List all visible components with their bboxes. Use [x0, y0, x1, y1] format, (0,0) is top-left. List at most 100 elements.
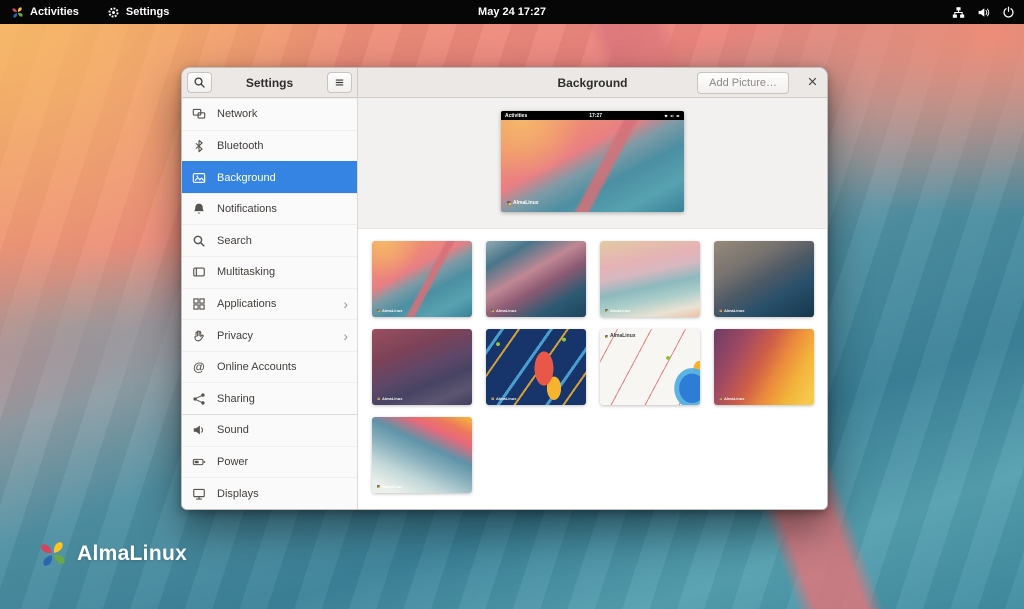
panel-title: Background — [557, 76, 627, 90]
almalinux-logo-icon — [605, 309, 608, 312]
almalinux-logo-icon — [719, 397, 722, 400]
almalinux-logo-icon — [377, 397, 380, 400]
almalinux-wordmark: AlmaLinux — [77, 542, 187, 566]
sidebar-item[interactable]: Displays — [182, 477, 357, 509]
thumbnail-brand: AlmaLinux — [491, 396, 516, 401]
topbar-left: Activities Settings — [8, 4, 172, 21]
sidebar-item[interactable]: Background — [182, 161, 357, 193]
displays-icon — [191, 486, 207, 502]
sidebar-item-label: Network — [217, 108, 348, 120]
bluetooth-icon — [191, 138, 207, 154]
search-button[interactable] — [187, 72, 212, 93]
applications-icon — [191, 296, 207, 312]
sidebar-item[interactable]: @ Online Accounts — [182, 351, 357, 383]
sidebar-item[interactable]: Sharing — [182, 382, 357, 414]
almalinux-logo-icon — [377, 309, 380, 312]
sidebar-item-label: Notifications — [217, 203, 348, 215]
almalinux-logo-icon — [377, 485, 380, 488]
thumbnail-brand: AlmaLinux — [491, 308, 516, 313]
headerbar-panel-section: Background Add Picture… — [358, 68, 827, 97]
sidebar-item[interactable]: Notifications — [182, 193, 357, 225]
wallpaper-paint-dark[interactable]: AlmaLinux — [486, 329, 586, 405]
sidebar-item-label: Applications — [217, 298, 333, 310]
thumbnail-brand: AlmaLinux — [719, 308, 744, 313]
desktop: Activities Settings May 24 17:27 AlmaLin… — [0, 0, 1024, 609]
preview-clock: 17:27 — [589, 113, 602, 119]
network-tree-icon[interactable] — [952, 6, 965, 19]
close-button[interactable] — [807, 75, 818, 90]
sidebar-item[interactable]: Multitasking — [182, 256, 357, 288]
wallpaper-waves-dusk[interactable]: AlmaLinux — [486, 241, 586, 317]
sidebar-item-label: Background — [217, 172, 348, 184]
sidebar-item[interactable]: Power — [182, 446, 357, 478]
almalinux-logo-icon — [11, 6, 24, 19]
wallpaper-waves-pastel[interactable]: AlmaLinux — [600, 241, 700, 317]
sidebar-item-label: Displays — [217, 488, 348, 500]
chevron-right-icon: › — [343, 329, 348, 343]
almalinux-logo-icon — [719, 309, 722, 312]
gear-icon — [107, 6, 120, 19]
headerbar: Settings Background Add Picture… — [182, 68, 827, 98]
wallpaper-grid: AlmaLinux AlmaLinux AlmaLinux AlmaLinux … — [358, 229, 827, 509]
notifications-icon — [191, 201, 207, 217]
sidebar-item-label: Online Accounts — [217, 361, 348, 373]
activities-button[interactable]: Activities — [8, 4, 82, 21]
search-icon — [193, 76, 206, 89]
background-icon — [191, 170, 207, 186]
power-icon[interactable] — [1002, 6, 1015, 19]
sidebar-item[interactable]: Search — [182, 224, 357, 256]
preview-activities-label: Activities — [505, 113, 527, 119]
activities-label: Activities — [30, 6, 79, 18]
system-topbar: Activities Settings May 24 17:27 — [0, 0, 1024, 24]
wallpaper-waves-light[interactable]: AlmaLinux — [372, 417, 472, 493]
sidebar-item[interactable]: Sound — [182, 414, 357, 446]
sidebar-item-label: Power — [217, 456, 348, 468]
sidebar-item[interactable]: Applications › — [182, 288, 357, 320]
menu-icon — [333, 76, 346, 89]
clock-button[interactable]: May 24 17:27 — [478, 6, 546, 18]
wallpaper-waves-night[interactable]: AlmaLinux — [714, 241, 814, 317]
volume-icon[interactable] — [977, 6, 990, 19]
wallpaper-mountains-dusk[interactable]: AlmaLinux — [372, 329, 472, 405]
settings-sidebar: Network Bluetooth Background Notificatio… — [182, 98, 358, 509]
network-icon — [191, 106, 207, 122]
current-background-preview: Activities 17:27 AlmaLinux — [501, 111, 684, 212]
thumbnail-brand: AlmaLinux — [719, 396, 744, 401]
preview-wallpaper-image: AlmaLinux — [501, 120, 684, 212]
sidebar-item[interactable]: Bluetooth — [182, 130, 357, 162]
app-menu-button[interactable]: Settings — [104, 4, 172, 21]
app-menu-label: Settings — [126, 6, 169, 18]
thumbnail-brand: AlmaLinux — [377, 396, 402, 401]
search-icon — [191, 233, 207, 249]
close-icon — [807, 75, 818, 90]
battery-icon — [676, 114, 680, 118]
system-status-area[interactable] — [952, 6, 1015, 19]
sidebar-item-label: Search — [217, 235, 348, 247]
almalinux-logo-icon — [491, 397, 494, 400]
primary-menu-button[interactable] — [327, 72, 352, 93]
sidebar-item-label: Sound — [217, 424, 348, 436]
wallpaper-sunset[interactable]: AlmaLinux — [714, 329, 814, 405]
sidebar-item[interactable]: Privacy › — [182, 319, 357, 351]
settings-window: Settings Background Add Picture… Network — [181, 67, 828, 510]
wallpaper-paint-light[interactable]: AlmaLinux — [600, 329, 700, 405]
preview-brand: AlmaLinux — [507, 200, 539, 206]
almalinux-logo-icon — [491, 309, 494, 312]
sidebar-item-label: Sharing — [217, 393, 348, 405]
wallpaper-waves-day[interactable]: AlmaLinux — [372, 241, 472, 317]
preview-topbar: Activities 17:27 — [501, 111, 684, 120]
window-body: Network Bluetooth Background Notificatio… — [182, 98, 827, 509]
sidebar-item-label: Multitasking — [217, 266, 348, 278]
chevron-right-icon: › — [343, 297, 348, 311]
background-panel: Activities 17:27 AlmaLinux — [358, 98, 827, 509]
wifi-icon — [664, 114, 668, 118]
thumbnail-brand: AlmaLinux — [377, 308, 402, 313]
sidebar-item[interactable]: Network — [182, 98, 357, 130]
privacy-icon — [191, 328, 207, 344]
almalinux-logo-icon — [507, 201, 511, 205]
power-battery-icon — [191, 454, 207, 470]
add-picture-button[interactable]: Add Picture… — [697, 72, 789, 94]
preview-status-area — [664, 114, 680, 118]
sidebar-item-label: Bluetooth — [217, 140, 348, 152]
thumbnail-brand: AlmaLinux — [377, 484, 402, 489]
